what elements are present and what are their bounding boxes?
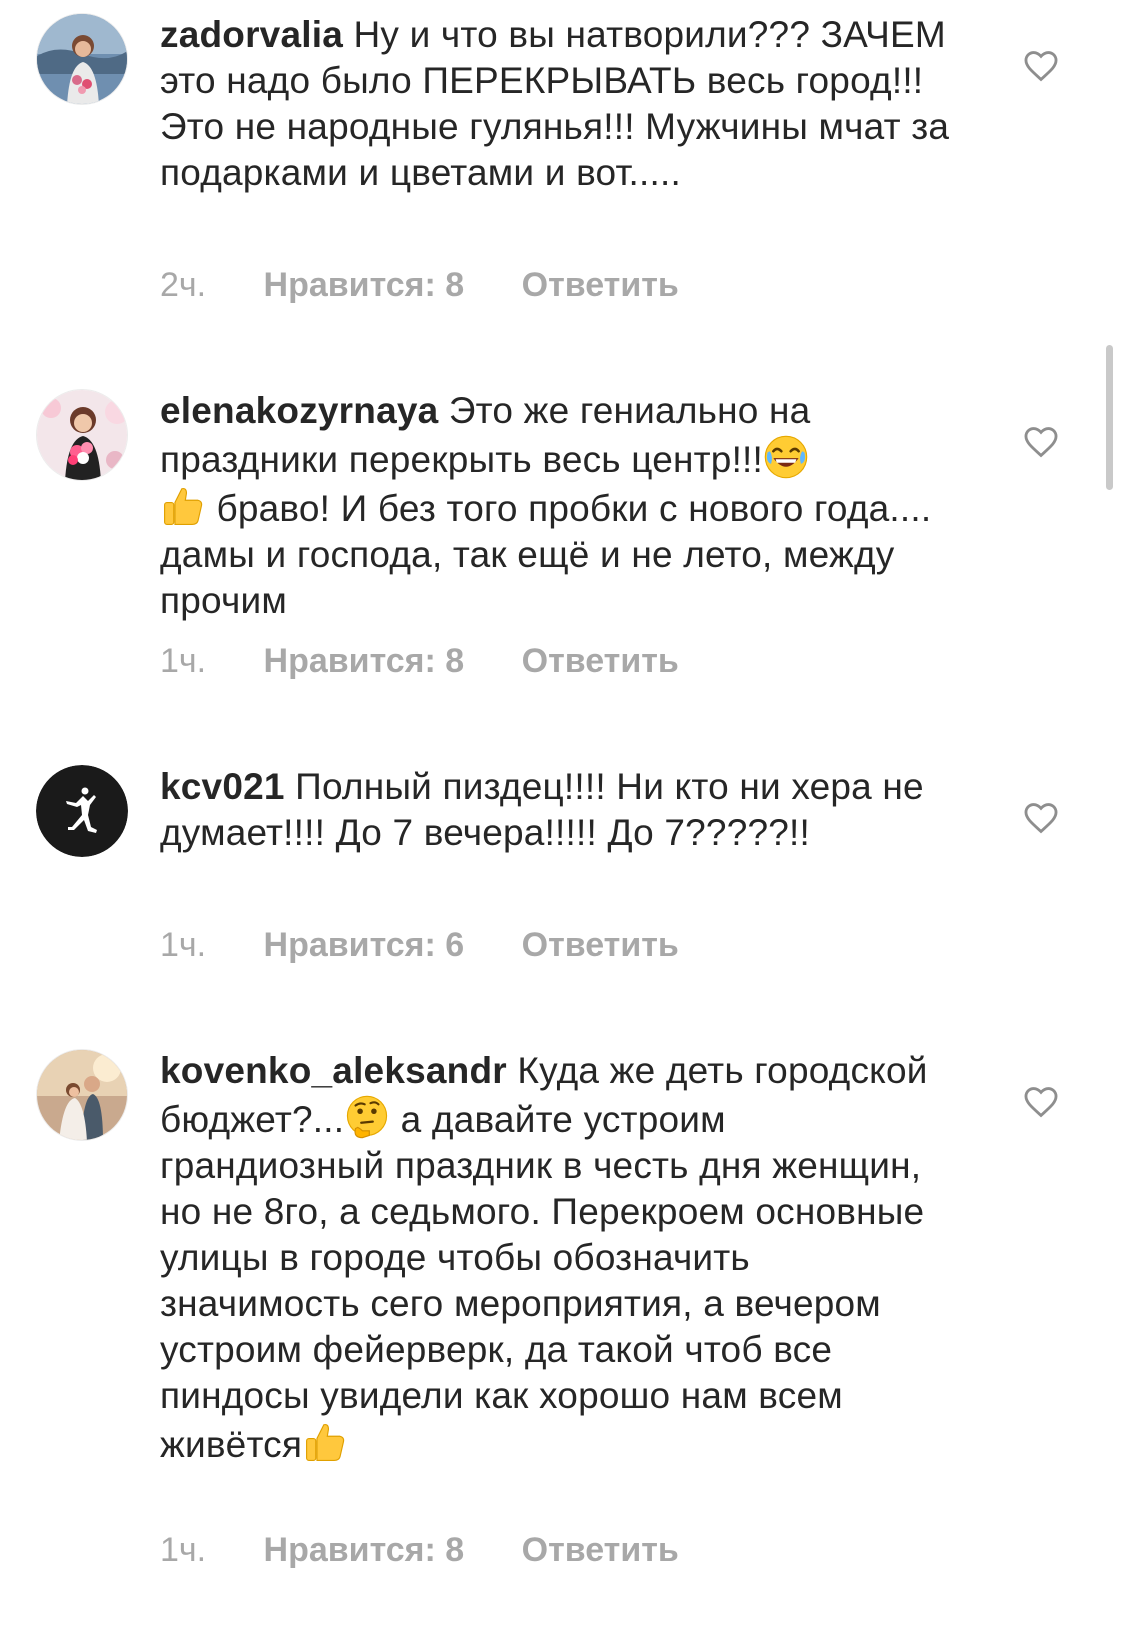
comment-text: zadorvalia Ну и что вы натворили??? ЗАЧЕ… [160, 12, 960, 196]
comment-meta: 1ч. Нравится: 8 Ответить [160, 1530, 679, 1570]
reply-button[interactable]: Ответить [522, 925, 679, 965]
thinking-emoji [347, 1095, 388, 1139]
thumbs-up-emoji [164, 487, 203, 525]
comment-text: kcv021 Полный пиздец!!!! Ни кто ни хера … [160, 764, 960, 856]
username[interactable]: zadorvalia [160, 14, 343, 55]
thumbs-up-emoji [306, 1423, 345, 1461]
reply-button[interactable]: Ответить [522, 641, 679, 681]
timestamp: 2ч. [160, 266, 207, 304]
likes-count[interactable]: Нравится: 6 [264, 925, 465, 965]
username[interactable]: kcv021 [160, 766, 285, 807]
timestamp: 1ч. [160, 926, 207, 964]
reply-button[interactable]: Ответить [522, 1530, 679, 1570]
username[interactable]: kovenko_aleksandr [160, 1050, 507, 1091]
timestamp: 1ч. [160, 642, 207, 680]
jumpman-logo [36, 765, 128, 857]
username[interactable]: elenakozyrnaya [160, 390, 438, 431]
heart-outline-icon[interactable] [1022, 799, 1060, 837]
laughing-emoji [764, 435, 808, 479]
avatar[interactable] [36, 1049, 128, 1141]
comment-meta: 2ч. Нравится: 8 Ответить [160, 265, 679, 305]
comment-meta: 1ч. Нравится: 6 Ответить [160, 925, 679, 965]
comment-text: kovenko_aleksandr Куда же деть городской… [160, 1048, 960, 1468]
likes-count[interactable]: Нравится: 8 [264, 1530, 465, 1570]
likes-count[interactable]: Нравится: 8 [264, 641, 465, 681]
heart-outline-icon[interactable] [1022, 1083, 1060, 1121]
reply-button[interactable]: Ответить [522, 265, 679, 305]
avatar[interactable] [36, 13, 128, 105]
comment-text: elenakozyrnaya Это же гениально на празд… [160, 388, 960, 624]
avatar[interactable] [36, 389, 128, 481]
comment-meta: 1ч. Нравится: 8 Ответить [160, 641, 679, 681]
scrollbar[interactable] [1106, 345, 1113, 490]
comment-body: браво! И без того пробки с нового года..… [160, 488, 932, 621]
heart-outline-icon[interactable] [1022, 47, 1060, 85]
avatar[interactable] [36, 765, 128, 857]
likes-count[interactable]: Нравится: 8 [264, 265, 465, 305]
heart-outline-icon[interactable] [1022, 423, 1060, 461]
comment-body: а давайте устроим грандиозный праздник в… [160, 1099, 925, 1465]
timestamp: 1ч. [160, 1531, 207, 1569]
